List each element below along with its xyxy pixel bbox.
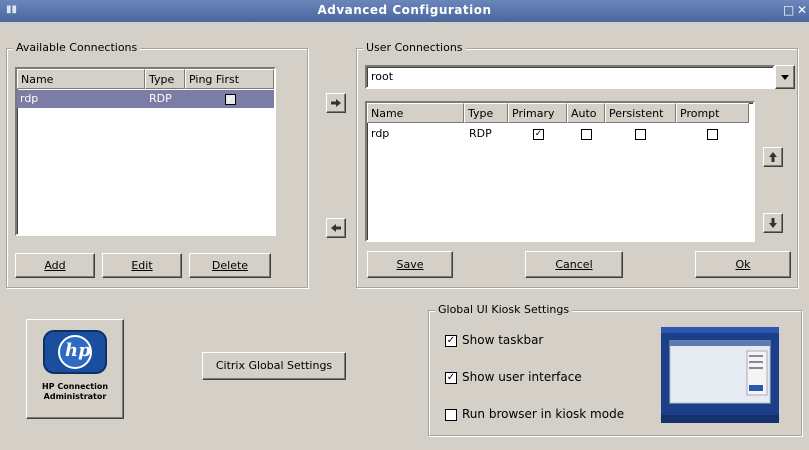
maximize-icon[interactable]: □: [783, 3, 794, 17]
row-type: RDP: [469, 127, 492, 140]
user-select[interactable]: root: [365, 65, 775, 89]
dialog-body: Available Connections Name Type Ping Fir…: [4, 22, 805, 446]
dropdown-arrow-icon: [781, 74, 789, 80]
show-taskbar-label: Show taskbar: [462, 333, 544, 347]
available-connections-group: Available Connections Name Type Ping Fir…: [6, 41, 308, 288]
column-header-auto[interactable]: Auto: [567, 103, 605, 123]
user-select-value: root: [371, 70, 394, 83]
row-name: rdp: [20, 92, 39, 105]
kiosk-mode-checkbox[interactable]: [445, 409, 457, 421]
ok-button[interactable]: Ok: [695, 251, 791, 278]
title-bar[interactable]: ▮▮ Advanced Configuration □ ✕: [0, 0, 809, 22]
user-select-dropdown-button[interactable]: [775, 65, 795, 89]
column-header-prompt[interactable]: Prompt: [676, 103, 749, 123]
edit-button[interactable]: Edit: [102, 253, 182, 278]
hp-logo-brand: hp: [65, 340, 91, 361]
move-up-button[interactable]: [763, 147, 783, 167]
row-name: rdp: [371, 127, 390, 140]
column-header-ping-first[interactable]: Ping First: [185, 69, 274, 89]
column-header-type[interactable]: Type: [464, 103, 508, 123]
user-connections-legend: User Connections: [363, 41, 466, 54]
move-down-button[interactable]: [763, 213, 783, 233]
arrow-left-icon: [331, 224, 341, 232]
window-title: Advanced Configuration: [317, 3, 492, 17]
available-connections-legend: Available Connections: [13, 41, 141, 54]
close-icon[interactable]: ✕: [797, 3, 807, 17]
ping-first-checkbox[interactable]: [225, 94, 236, 105]
save-button-label: Save: [396, 258, 424, 271]
show-taskbar-checkbox[interactable]: [445, 335, 457, 347]
arrow-up-icon: [769, 152, 777, 162]
primary-checkbox[interactable]: [533, 129, 544, 140]
save-button[interactable]: Save: [367, 251, 453, 278]
column-header-persistent[interactable]: Persistent: [605, 103, 676, 123]
table-row[interactable]: rdp RDP: [367, 125, 749, 143]
user-connections-group: User Connections root Name Type Primary …: [356, 41, 798, 288]
row-type: RDP: [149, 92, 172, 105]
add-button[interactable]: Add: [15, 253, 95, 278]
column-header-name[interactable]: Name: [17, 69, 145, 89]
hp-logo-caption-line2: Administrator: [43, 392, 107, 401]
delete-button-label: Delete: [211, 259, 249, 272]
hp-logo-caption-line1: HP Connection: [41, 382, 109, 391]
arrow-down-icon: [769, 218, 777, 228]
auto-checkbox[interactable]: [581, 129, 592, 140]
persistent-checkbox[interactable]: [635, 129, 646, 140]
citrix-global-settings-label: Citrix Global Settings: [215, 359, 333, 372]
kiosk-settings-legend: Global UI Kiosk Settings: [435, 303, 573, 316]
table-row[interactable]: rdp RDP: [17, 90, 274, 108]
move-right-button[interactable]: [326, 93, 346, 113]
kiosk-preview-image: [661, 327, 779, 423]
column-header-primary[interactable]: Primary: [508, 103, 567, 123]
edit-button-label: Edit: [131, 259, 153, 272]
move-left-button[interactable]: [326, 218, 346, 238]
delete-button[interactable]: Delete: [189, 253, 271, 278]
hp-logo-caption: HP Connection Administrator: [27, 382, 123, 402]
hp-logo-tile[interactable]: hp HP Connection Administrator: [26, 319, 124, 419]
show-user-interface-checkbox[interactable]: [445, 372, 457, 384]
citrix-global-settings-button[interactable]: Citrix Global Settings: [202, 352, 346, 380]
kiosk-mode-label: Run browser in kiosk mode: [462, 407, 625, 421]
prompt-checkbox[interactable]: [707, 129, 718, 140]
ok-button-label: Ok: [735, 258, 751, 271]
add-button-label: Add: [44, 259, 66, 272]
column-header-name[interactable]: Name: [367, 103, 464, 123]
show-user-interface-label: Show user interface: [462, 370, 582, 384]
kiosk-settings-group: Global UI Kiosk Settings Show taskbar Sh…: [428, 303, 802, 436]
column-header-type[interactable]: Type: [145, 69, 185, 89]
cancel-button[interactable]: Cancel: [525, 251, 623, 278]
cancel-button-label: Cancel: [555, 258, 593, 271]
available-connections-table[interactable]: Name Type Ping First rdp RDP: [15, 67, 276, 236]
user-connections-table[interactable]: Name Type Primary Auto Persistent Prompt…: [365, 101, 755, 242]
arrow-right-icon: [331, 99, 341, 107]
